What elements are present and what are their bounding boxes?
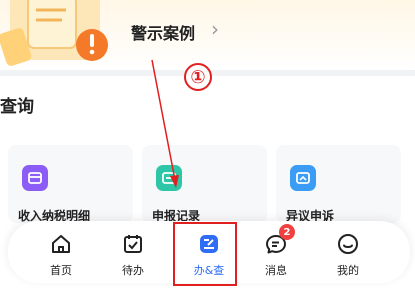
banner-title: 警示案例	[131, 24, 196, 43]
home-icon	[49, 232, 73, 256]
step-marker: ①	[184, 63, 212, 91]
warning-cases-banner[interactable]: 警示案例 ›	[0, 0, 415, 70]
bottom-tab-bar: 首页 待办 办&查 2 消息 我的	[8, 221, 410, 283]
card-income-detail[interactable]: 收入纳税明细	[8, 145, 133, 223]
tab-process-query[interactable]: 办&查	[174, 221, 244, 283]
income-detail-icon	[22, 165, 48, 191]
query-cards: 收入纳税明细 申报记录 异议申诉	[8, 145, 415, 225]
tab-label: 待办	[122, 264, 144, 277]
tab-label: 我的	[337, 264, 359, 277]
tab-label: 办&查	[193, 264, 225, 277]
tab-todo[interactable]: 待办	[98, 221, 168, 283]
section-title: 查询	[0, 97, 34, 117]
tab-home[interactable]: 首页	[26, 221, 96, 283]
objection-appeal-icon	[290, 165, 316, 191]
message-icon: 2	[264, 224, 295, 256]
profile-icon	[336, 232, 360, 256]
chevron-right-icon[interactable]: ›	[211, 19, 219, 39]
declaration-record-icon	[156, 165, 182, 191]
card-objection-appeal[interactable]: 异议申诉	[276, 145, 401, 223]
tab-profile[interactable]: 我的	[313, 221, 383, 283]
card-declaration-record[interactable]: 申报记录	[142, 145, 267, 223]
unread-badge: 2	[279, 224, 295, 240]
tab-message[interactable]: 2 消息	[241, 221, 311, 283]
todo-icon	[121, 232, 145, 256]
warning-illustration-icon	[0, 0, 108, 66]
tab-label: 首页	[50, 264, 72, 277]
process-query-icon	[197, 232, 221, 256]
tab-label: 消息	[265, 264, 287, 277]
